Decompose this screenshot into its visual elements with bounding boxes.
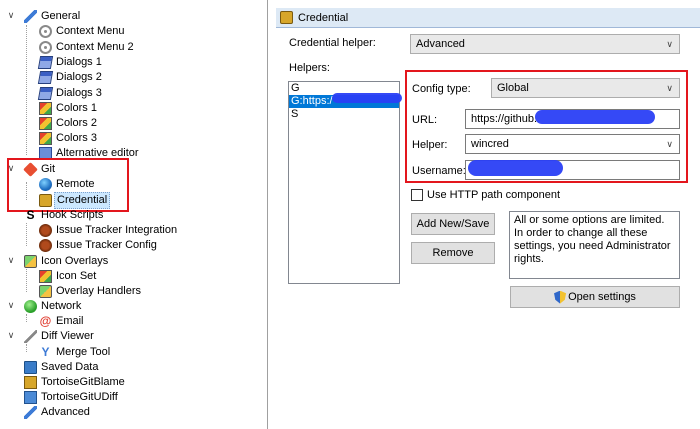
tree-item-dialogs-2[interactable]: Dialogs 2 [37, 70, 102, 85]
overlay-icon [24, 255, 37, 268]
network-icon [24, 300, 37, 313]
tree-item-merge-tool[interactable]: Y Merge Tool [39, 345, 110, 360]
saved-data-icon [24, 361, 37, 374]
credential-helper-label: Credential helper: [289, 37, 376, 49]
tree-item-colors-3[interactable]: Colors 3 [39, 131, 97, 146]
redaction-mark [332, 93, 402, 103]
udiff-icon [24, 391, 37, 404]
gear-icon [39, 41, 52, 54]
colors-icon [39, 270, 52, 283]
wrench-icon [24, 10, 37, 23]
tree-item-tortoisegitblame[interactable]: TortoiseGitBlame [24, 375, 125, 390]
collapse-icon-overlays-icon[interactable]: ∨ [6, 255, 16, 266]
colors-icon [39, 117, 52, 130]
credential-helper-value: Advanced [416, 38, 465, 50]
colors-icon [39, 132, 52, 145]
diff-icon [24, 330, 37, 343]
tree-item-tortoisegitudiff[interactable]: TortoiseGitUDiff [24, 390, 118, 405]
git-highlight-box [7, 158, 129, 212]
hook-icon: S [26, 208, 35, 222]
dialog-icon [37, 71, 54, 84]
bug-icon [39, 224, 52, 237]
tree-item-issue-tracker-config[interactable]: Issue Tracker Config [39, 238, 157, 253]
blame-icon [24, 376, 37, 389]
tree-item-overlay-handlers[interactable]: Overlay Handlers [39, 284, 141, 299]
dialog-icon [37, 56, 54, 69]
tree-item-dialogs-1[interactable]: Dialogs 1 [37, 55, 102, 70]
use-http-path-label: Use HTTP path component [427, 189, 561, 201]
open-settings-button[interactable]: Open settings [510, 286, 680, 308]
tree-item-issue-tracker-integration[interactable]: Issue Tracker Integration [39, 223, 177, 238]
tree-item-icon-overlays[interactable]: Icon Overlays [24, 254, 108, 269]
tree-item-context-menu[interactable]: Context Menu [39, 24, 124, 39]
open-settings-label: Open settings [568, 291, 636, 303]
collapse-diff-viewer-icon[interactable]: ∨ [6, 330, 16, 341]
tree-item-network[interactable]: Network [24, 299, 81, 314]
tree-item-icon-set[interactable]: Icon Set [39, 269, 96, 284]
tree-item-diff-viewer[interactable]: Diff Viewer [24, 329, 94, 344]
helpers-label: Helpers: [289, 62, 330, 74]
panel-header: Credential [276, 8, 700, 28]
tree-item-advanced[interactable]: Advanced [24, 405, 90, 420]
shield-icon [554, 290, 567, 304]
merge-icon: Y [41, 345, 50, 359]
helpers-list[interactable]: G G:https:/ S [288, 81, 400, 284]
info-message: All or some options are limited. In orde… [509, 211, 680, 279]
tree-item-context-menu-2[interactable]: Context Menu 2 [39, 40, 134, 55]
gear-icon [39, 25, 52, 38]
tree-item-general[interactable]: General [24, 9, 80, 24]
settings-tree[interactable]: ∨ General Context Menu Context Menu 2 Di… [0, 0, 268, 429]
panel-title: Credential [298, 11, 349, 24]
overlay-icon [39, 285, 52, 298]
add-new-save-button[interactable]: Add New/Save [411, 213, 495, 235]
list-item[interactable]: S [289, 108, 399, 121]
credential-helper-select[interactable]: Advanced ∨ [410, 34, 680, 54]
tree-item-email[interactable]: @ Email [39, 314, 84, 329]
use-http-path-checkbox[interactable] [411, 189, 423, 201]
tree-item-hook-scripts[interactable]: S Hook Scripts [24, 208, 103, 223]
colors-icon [39, 102, 52, 115]
tree-item-colors-1[interactable]: Colors 1 [39, 101, 97, 116]
tree-item-dialogs-3[interactable]: Dialogs 3 [37, 86, 102, 101]
config-highlight-box [405, 70, 688, 183]
email-icon: @ [39, 314, 52, 328]
wrench-icon [24, 406, 37, 419]
collapse-network-icon[interactable]: ∨ [6, 300, 16, 311]
dialog-icon [37, 87, 54, 100]
credential-icon [280, 11, 293, 24]
tree-item-saved-data[interactable]: Saved Data [24, 360, 98, 375]
chevron-down-icon: ∨ [666, 39, 673, 49]
collapse-general-icon[interactable]: ∨ [6, 10, 16, 21]
tree-item-colors-2[interactable]: Colors 2 [39, 116, 97, 131]
remove-button[interactable]: Remove [411, 242, 495, 264]
bug-icon [39, 239, 52, 252]
